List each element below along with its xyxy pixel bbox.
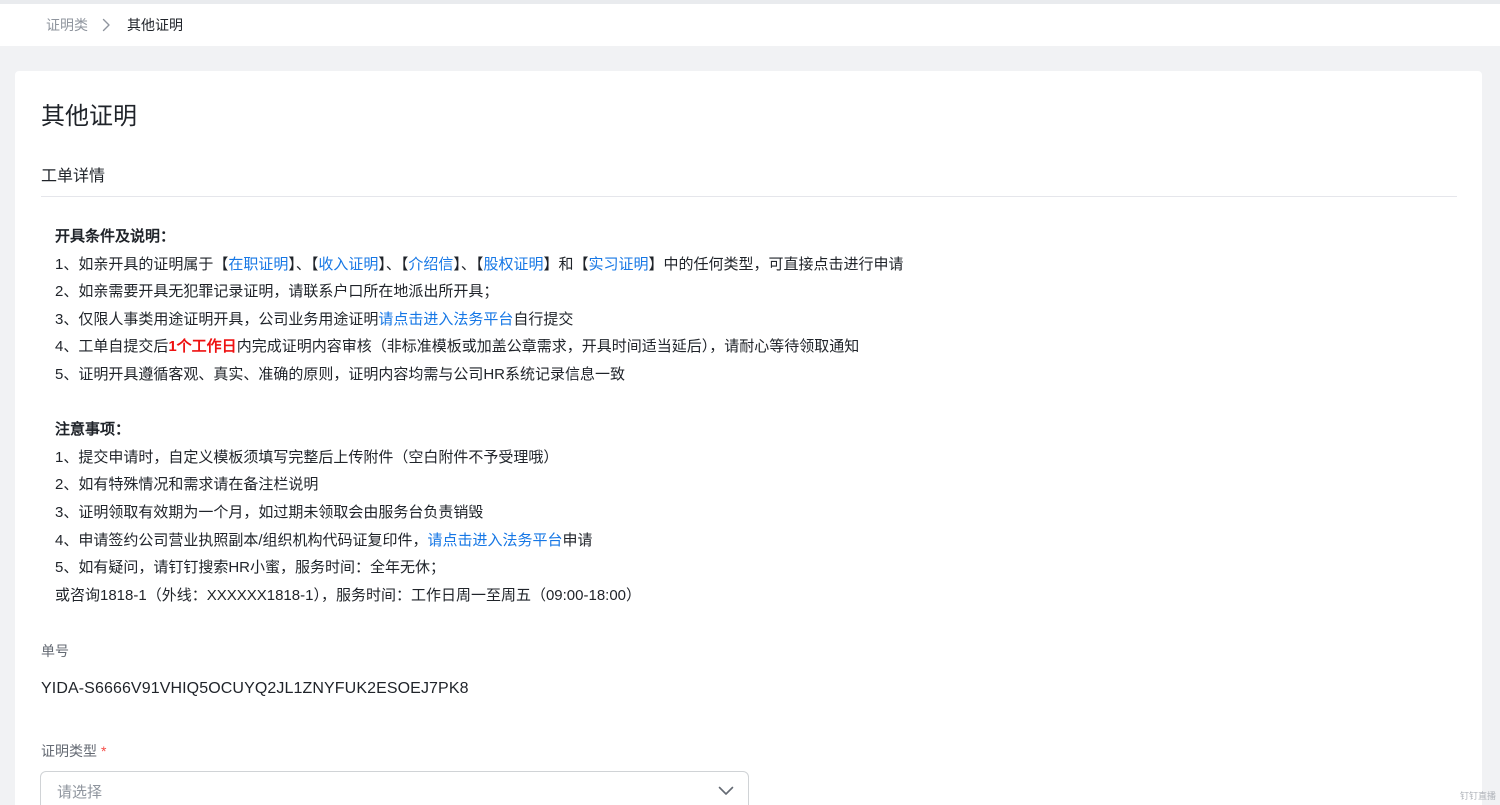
condition-line-1: 1、如亲开具的证明属于【在职证明】、【收入证明】、【介绍信】、【股权证明】和【实… — [55, 251, 1435, 279]
conditions-heading: 开具条件及说明： — [55, 228, 176, 245]
order-number-label: 单号 — [41, 643, 69, 659]
section-title: 工单详情 — [41, 168, 106, 185]
link-income-certificate[interactable]: 收入证明 — [318, 256, 378, 273]
condition-line-5: 5、证明开具遵循客观、真实、准确的原则，证明内容均需与公司HR系统记录信息一致 — [55, 365, 626, 383]
notes-heading: 注意事项： — [55, 421, 131, 439]
link-legal-platform[interactable]: 请点击进入法务平台 — [378, 311, 513, 328]
text: 】、【 — [288, 255, 319, 273]
text: 】、【 — [378, 255, 409, 273]
link-employment-certificate[interactable]: 在职证明 — [228, 256, 288, 273]
note-line-2: 2、如有特殊情况和需求请在备注栏说明 — [55, 476, 319, 494]
note-line-6: 或咨询1818-1（外线：XXXXXX1818-1），服务时间：工作日周一至周五… — [55, 586, 642, 604]
chevron-down-icon — [718, 786, 734, 796]
text: 内完成证明内容审核（非标准模板或加盖公章需求，开具时间适当延后），请耐心等待领取… — [236, 338, 860, 356]
link-legal-platform-2[interactable]: 请点击进入法务平台 — [428, 532, 563, 549]
text: 4、申请签约公司营业执照副本/组织机构代码证复印件， — [55, 531, 428, 549]
divider — [41, 196, 1457, 197]
note-line-3: 3、证明领取有效期为一个月，如过期未领取会由服务台负责销毁 — [55, 503, 484, 521]
label-text: 证明类型 — [41, 743, 97, 759]
required-mark: * — [101, 743, 107, 759]
chevron-right-icon — [102, 18, 111, 32]
text: 申请 — [562, 531, 593, 549]
text: 】和【 — [543, 255, 589, 273]
note-line-1: 1、提交申请时，自定义模板须填写完整后上传附件（空白附件不予受理哦） — [55, 448, 559, 466]
certificate-type-select[interactable]: 请选择 — [40, 771, 749, 805]
link-equity-certificate[interactable]: 股权证明 — [483, 256, 543, 273]
page-title: 其他证明 — [41, 103, 137, 130]
text: 3、仅限人事类用途证明开具，公司业务用途证明 — [55, 310, 379, 328]
breadcrumb-parent[interactable]: 证明类 — [46, 15, 88, 35]
certificate-type-label: 证明类型 * — [41, 741, 106, 761]
watermark: 钉钉直播 — [1460, 791, 1497, 801]
note-line-4: 4、申请签约公司营业执照副本/组织机构代码证复印件，请点击进入法务平台申请 — [55, 527, 1435, 555]
condition-line-4: 4、工单自提交后1个工作日内完成证明内容审核（非标准模板或加盖公章需求，开具时间… — [55, 333, 1435, 361]
order-number-value: YIDA-S6666V91VHIQ5OCUYQ2JL1ZNYFUK2ESOEJ7… — [41, 680, 469, 697]
text: 4、工单自提交后 — [55, 338, 169, 356]
select-placeholder: 请选择 — [57, 783, 103, 801]
link-internship-certificate[interactable]: 实习证明 — [588, 256, 648, 273]
breadcrumb-current: 其他证明 — [127, 17, 183, 33]
text: 】、【 — [453, 255, 484, 273]
text: 】中的任何类型，可直接点击进行申请 — [648, 255, 904, 273]
text: 1、如亲开具的证明属于【 — [55, 255, 229, 273]
link-introduction-letter[interactable]: 介绍信 — [408, 256, 453, 273]
text: 自行提交 — [513, 310, 574, 328]
highlight-text: 1个工作日 — [168, 338, 237, 356]
condition-line-3: 3、仅限人事类用途证明开具，公司业务用途证明请点击进入法务平台自行提交 — [55, 306, 1435, 334]
form-card: 其他证明 工单详情 开具条件及说明： 1、如亲开具的证明属于【在职证明】、【收入… — [15, 71, 1482, 805]
instructions-block: 开具条件及说明： 1、如亲开具的证明属于【在职证明】、【收入证明】、【介绍信】、… — [55, 223, 1435, 609]
breadcrumb: 证明类 其他证明 — [0, 4, 1500, 46]
note-line-5: 5、如有疑问，请钉钉搜索HR小蜜，服务时间：全年无休； — [55, 559, 446, 577]
condition-line-2: 2、如亲需要开具无犯罪记录证明，请联系户口所在地派出所开具； — [55, 283, 499, 301]
